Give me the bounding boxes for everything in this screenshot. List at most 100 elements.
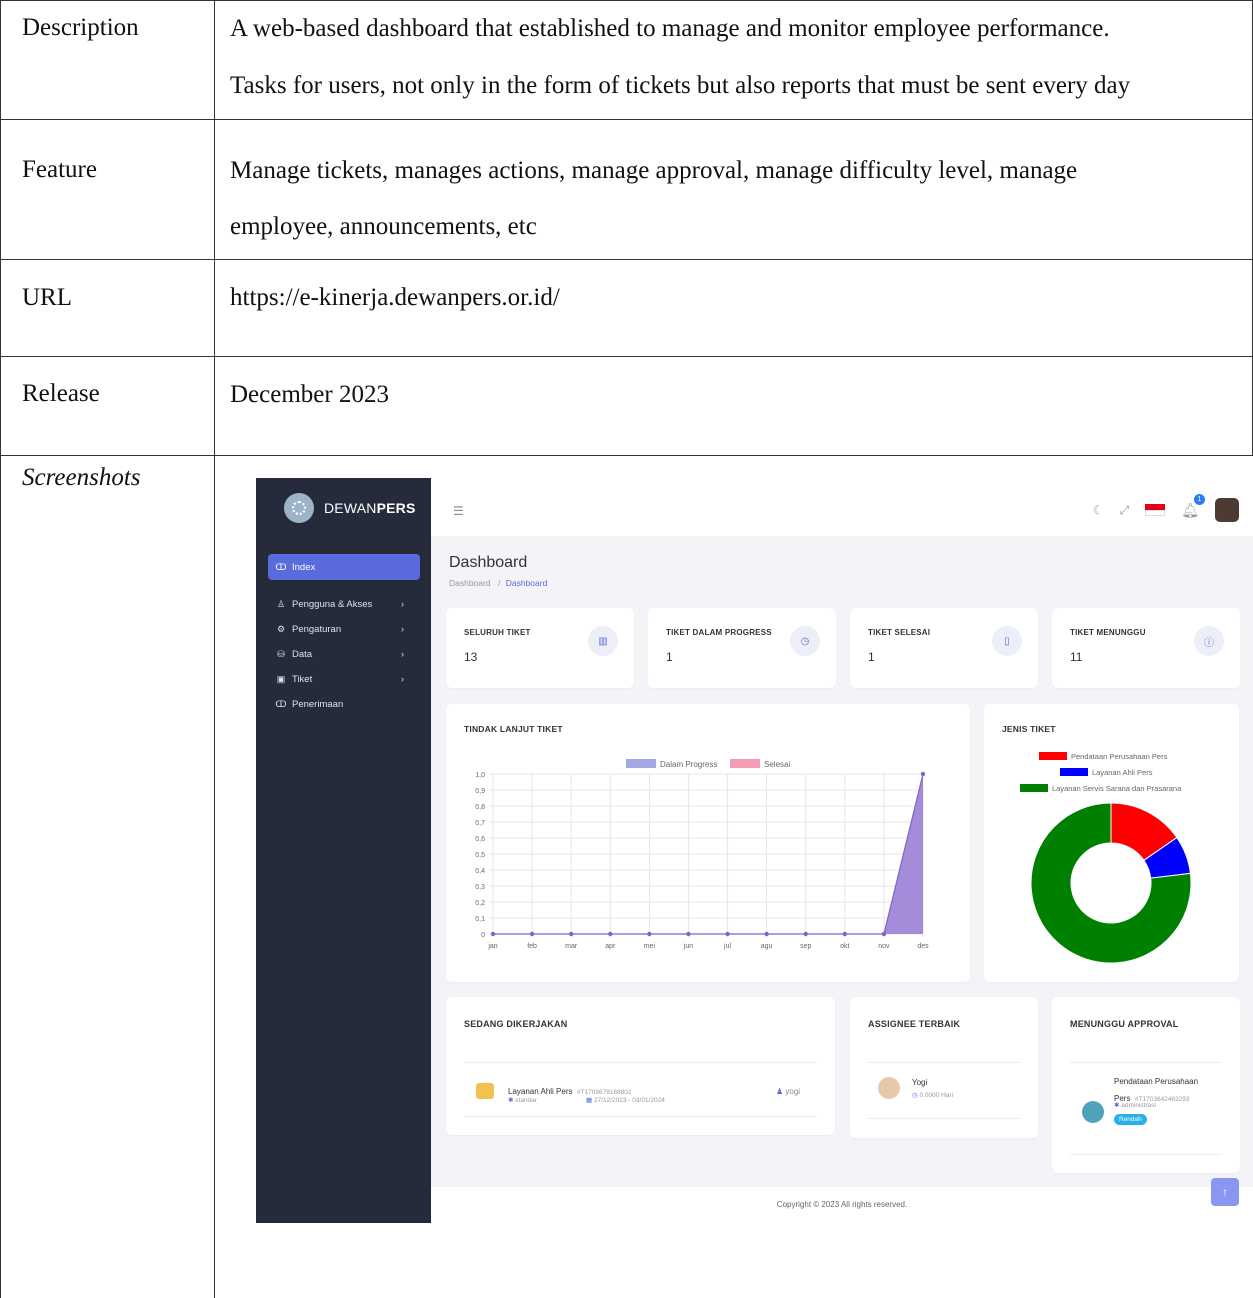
stat-label: SELURUH TIKET	[464, 628, 531, 637]
fullscreen-icon[interactable]: ⤢	[1120, 503, 1130, 518]
scroll-top-button[interactable]: ↑	[1211, 1178, 1239, 1206]
y-tick-label: 0,8	[475, 804, 485, 811]
sidebar-item-label: Pengguna & Akses	[292, 598, 373, 610]
stat-card-progress: TIKET DALAM PROGRESS 1 ◷	[648, 608, 836, 688]
x-tick-label: apr	[605, 943, 616, 950]
ticket-user: yogi	[785, 1087, 801, 1096]
feature-line-2: employee, announcements, etc	[230, 213, 537, 240]
sidebar: DEWANPERS ↀ Index ♙ Pengguna & Akses › ⚙ Penga…	[256, 478, 431, 1223]
sidebar-item-pengaturan[interactable]: ⚙ Pengaturan ›	[268, 616, 420, 642]
x-tick-label: mei	[644, 943, 656, 950]
brand-name: DEWANPERS	[324, 500, 416, 516]
x-tick-label: jun	[683, 943, 693, 950]
ticket-dates: 27/12/2023 - 03/01/2024	[593, 1097, 665, 1104]
y-tick-label: 0,5	[475, 852, 485, 859]
approval-avatar	[1082, 1101, 1104, 1123]
y-tick-label: 0,6	[475, 836, 485, 843]
table-row-divider	[0, 259, 1253, 260]
sidebar-item-label: Penerimaan	[292, 698, 344, 710]
sidebar-item-data[interactable]: ⛁ Data ›	[268, 641, 420, 667]
puzzle-icon: ✱	[1114, 1102, 1120, 1109]
x-tick-label: jan	[487, 943, 497, 950]
x-tick-label: okt	[840, 943, 849, 950]
legend-swatch	[1020, 784, 1048, 792]
sidebar-item-tiket[interactable]: ▣ Tiket ›	[268, 666, 420, 692]
user-icon: ♙	[276, 598, 286, 609]
y-tick-label: 0	[481, 932, 485, 939]
stat-card-waiting: TIKET MENUNGGU 11 ⓘ	[1052, 608, 1240, 688]
bar-chart-icon: ▥	[588, 626, 618, 656]
chevron-right-icon: ›	[401, 599, 404, 609]
puzzle-icon: ✱	[508, 1097, 514, 1104]
table-column-divider	[214, 0, 215, 1298]
stat-value: 13	[464, 650, 478, 664]
data-point	[920, 771, 926, 777]
data-point	[529, 931, 535, 937]
user-avatar[interactable]	[1215, 498, 1239, 522]
info-icon: ⓘ	[1194, 626, 1224, 656]
menu-toggle-icon[interactable]: ☰	[453, 504, 464, 518]
topbar: ☰ ☾ ⤢ 🔔︎ 1	[431, 478, 1253, 536]
chevron-right-icon: ›	[401, 649, 404, 659]
stat-label: TIKET MENUNGGU	[1070, 628, 1146, 637]
language-flag-icon[interactable]	[1145, 504, 1166, 516]
legend-label: Layanan Ahli Pers	[1092, 768, 1153, 777]
notification-badge: 1	[1194, 493, 1205, 505]
stat-value: 1	[868, 650, 875, 664]
sidebar-item-label: Tiket	[292, 673, 313, 685]
approval-name[interactable]: Pendataan Perusahaan	[1114, 1077, 1198, 1086]
breadcrumb-separator: /	[497, 578, 501, 588]
stat-label: TIKET SELESAI	[868, 628, 931, 637]
y-tick-label: 0,4	[475, 868, 485, 875]
brand-logo-icon	[284, 493, 314, 523]
approval-role: administrasi	[1121, 1102, 1156, 1109]
description-line-1: A web-based dashboard that established t…	[230, 15, 1110, 42]
sidebar-item-penerimaan[interactable]: ↀ Penerimaan	[268, 691, 420, 717]
approval-card: MENUNGGU APPROVAL Pendataan Perusahaan P…	[1052, 997, 1240, 1173]
working-card: SEDANG DIKERJAKAN Layanan Ahli Pers #T17…	[446, 997, 835, 1135]
notification-bell-icon[interactable]: 🔔︎ 1	[1181, 493, 1205, 519]
x-tick-label: des	[917, 943, 929, 950]
clock-icon: ◷	[790, 626, 820, 656]
dark-mode-icon[interactable]: ☾	[1093, 503, 1104, 517]
row-label-feature: Feature	[22, 156, 97, 183]
gear-icon: ⚙	[276, 623, 286, 634]
ticket-level: standar	[515, 1097, 537, 1104]
pie-chart-card: JENIS TIKET Pendataan Perusahaan Pers Lay…	[984, 704, 1239, 982]
sidebar-item-index[interactable]: ↀ Index	[268, 554, 420, 580]
breadcrumb-root[interactable]: Dashboard	[449, 578, 491, 588]
table-row-divider	[0, 356, 1253, 357]
legend-swatch	[1039, 752, 1067, 760]
line-chart-card: TINDAK LANJUT TIKET 1,0 0,9 0,8 0,7 0,6 0,5 0,…	[446, 704, 970, 982]
working-title: SEDANG DIKERJAKAN	[464, 1019, 568, 1029]
y-tick-label: 0,7	[475, 820, 485, 827]
row-label-url: URL	[22, 284, 72, 311]
y-tick-label: 0,1	[475, 916, 485, 923]
donut-chart: Pendataan Perusahaan Pers Layanan Ahli Pe…	[1020, 752, 1192, 964]
line-chart: 1,0 0,9 0,8 0,7 0,6 0,5 0,4 0,3 0,2 0,1 0jan feb mar…	[475, 759, 929, 950]
book-icon: ▯	[992, 626, 1022, 656]
user-icon: ♟	[776, 1087, 784, 1096]
x-tick-label: mar	[565, 943, 578, 950]
ticket-name[interactable]: Layanan Ahli Pers	[508, 1087, 573, 1096]
description-line-2: Tasks for users, not only in the form of…	[230, 72, 1131, 99]
database-icon: ⛁	[277, 648, 285, 659]
gauge-icon: ↀ	[275, 698, 287, 709]
stat-value: 1	[666, 650, 673, 664]
y-tick-label: 1,0	[475, 772, 485, 779]
page-title: Dashboard	[449, 554, 528, 571]
sidebar-item-pengguna-akses[interactable]: ♙ Pengguna & Akses ›	[268, 591, 420, 617]
chevron-right-icon: ›	[401, 674, 404, 684]
data-point	[764, 931, 769, 937]
brand[interactable]: DEWANPERS	[256, 478, 431, 538]
feature-line-1: Manage tickets, manages actions, manage …	[230, 157, 1078, 184]
clock-icon: ◷	[912, 1092, 918, 1099]
row-label-screenshots: Screenshots	[22, 464, 141, 491]
ticket-icon: ▣	[276, 673, 286, 684]
footer: Copyright © 2023 All rights reserved.	[431, 1187, 1253, 1223]
y-tick-label: 0,9	[475, 788, 485, 795]
assignee-card: ASSIGNEE TERBAIK Yogi ◷ 0.0000 Hari	[850, 997, 1038, 1138]
stat-value: 11	[1070, 650, 1083, 664]
legend-label: Layanan Servis Sarana dan Prasarana	[1052, 784, 1182, 793]
url-text[interactable]: https://e-kinerja.dewanpers.or.id/	[230, 270, 560, 326]
